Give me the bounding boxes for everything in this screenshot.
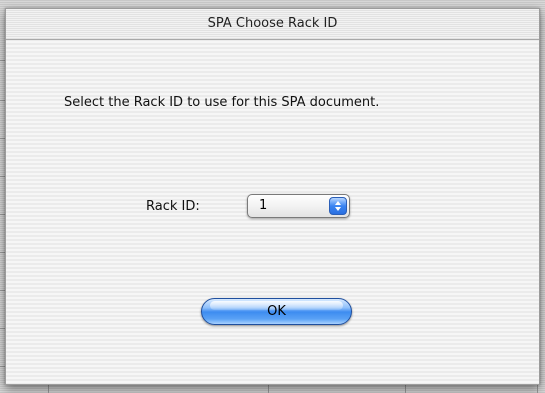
window-title: SPA Choose Rack ID — [207, 16, 338, 31]
choose-rack-dialog: SPA Choose Rack ID Select the Rack ID to… — [5, 8, 540, 385]
up-down-chevron-icon — [329, 197, 347, 215]
instruction-text: Select the Rack ID to use for this SPA d… — [64, 95, 380, 110]
chevron-up-icon — [335, 201, 341, 205]
ok-button-label: OK — [267, 304, 286, 319]
chevron-down-icon — [335, 207, 341, 211]
rack-id-select[interactable]: 1 — [247, 194, 350, 218]
ok-button[interactable]: OK — [201, 298, 352, 325]
rack-id-label: Rack ID: — [146, 199, 200, 214]
title-bar[interactable]: SPA Choose Rack ID — [6, 9, 539, 40]
rack-id-value: 1 — [259, 198, 268, 213]
